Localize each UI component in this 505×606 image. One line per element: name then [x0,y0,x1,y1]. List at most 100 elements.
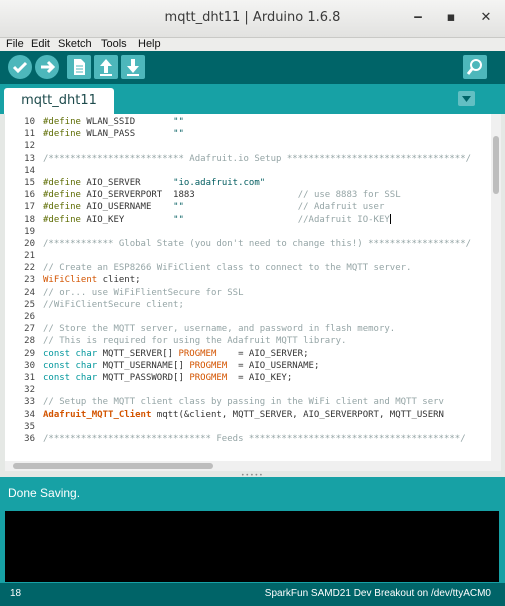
code-line: 23 WiFiClient client; [5,274,501,286]
line-number: 35 [24,421,35,432]
status-message: Done Saving. [8,486,81,500]
line-number: 30 [24,360,35,371]
line-number: 34 [24,409,35,420]
line-number: 11 [24,129,35,140]
verify-button[interactable] [8,55,32,79]
console-output[interactable] [5,511,499,582]
code-line: 35 [5,421,501,433]
code-line: 13 /************************* Adafruit.io… [5,153,501,165]
line-number: 14 [24,165,35,176]
code-line: 31 const char MQTT_PASSWORD[] PROGMEM = A… [5,372,501,384]
line-number: 32 [24,385,35,396]
menu-edit[interactable]: Edit [31,38,50,51]
vertical-scroll-thumb[interactable] [493,136,499,194]
code-line: 10 #define WLAN_SSID "" [5,116,501,128]
line-number: 26 [24,312,35,322]
code-text: #define AIO_SERVER "io.adafruit.com" [43,177,266,188]
line-number: 15 [24,177,35,188]
code-line: 36 /****************************** Feeds … [5,433,501,445]
code-text: // or... use WiFiFlientSecure for SSL [43,287,244,298]
menu-file[interactable]: File [6,38,24,51]
line-number: 28 [24,336,35,347]
code-lines: 10 #define WLAN_SSID "" 11 #define WLAN_PAS… [5,116,501,445]
code-line: 15 #define AIO_SERVER "io.adafruit.com" [5,177,501,189]
new-file-icon [74,59,85,75]
code-line: 32 [5,384,501,396]
line-number: 13 [24,153,35,164]
line-number: 17 [24,202,35,213]
code-line: 30 const char MQTT_USERNAME[] PROGMEM = A… [5,360,501,372]
line-number: 22 [24,263,35,274]
vertical-scrollbar[interactable] [491,114,501,461]
line-number: 21 [24,251,35,262]
minimize-icon: ‒ [413,10,423,25]
maximize-button[interactable]: ▪ [442,9,460,27]
tab-mqtt-dht11[interactable]: mqtt_dht11 [4,88,114,114]
line-number: 10 [24,117,35,127]
code-line: 33 // Setup the MQTT client class by pass… [5,396,501,408]
code-text: // Setup the MQTT client class by passin… [43,397,444,408]
close-button[interactable]: ✕ [477,9,495,27]
new-button[interactable] [67,55,91,79]
code-line: 20 /************ Global State (you don't … [5,238,501,250]
code-line: 18 #define AIO_KEY "" //Adafruit IO-KEY [5,214,501,226]
menu-sketch[interactable]: Sketch [58,38,92,51]
arrow-right-icon [41,60,56,74]
footer-bar: 18 SparkFun SAMD21 Dev Breakout on /dev/… [0,583,505,606]
line-number: 29 [24,348,35,359]
line-number: 12 [24,141,35,152]
code-text: const char MQTT_PASSWORD[] PROGMEM = AIO… [43,372,293,383]
code-text: #define WLAN_PASS "" [43,129,184,140]
horizontal-scrollbar[interactable] [5,461,501,471]
serial-monitor-button[interactable] [463,55,487,79]
code-line: 21 [5,250,501,262]
code-line: 27 // Store the MQTT server, username, an… [5,323,501,335]
menu-tools[interactable]: Tools [101,38,127,51]
line-number: 36 [24,433,35,444]
code-editor[interactable]: 10 #define WLAN_SSID "" 11 #define WLAN_PAS… [5,114,501,461]
code-text: // Create an ESP8266 WiFiClient class to… [43,263,412,274]
save-button[interactable] [121,55,145,79]
line-number: 16 [24,190,35,201]
code-text: Adafruit_MQTT_Client mqtt(&client, MQTT_… [43,409,444,420]
status-bar: Done Saving. [0,477,505,509]
close-icon: ✕ [480,10,492,25]
code-text: #define AIO_KEY "" //Adafruit IO-KEY [43,214,391,225]
horizontal-scroll-thumb[interactable] [13,463,213,469]
code-text: const char MQTT_SERVER[] PROGMEM = AIO_S… [43,348,309,359]
magnifier-icon [466,59,482,75]
code-text: // Store the MQTT server, username, and … [43,324,396,335]
current-line-number: 18 [10,588,22,599]
code-line: 24 // or... use WiFiFlientSecure for SSL [5,287,501,299]
minimize-button[interactable]: ‒ [409,9,427,27]
code-line: 29 const char MQTT_SERVER[] PROGMEM = AIO… [5,348,501,360]
code-text: #define WLAN_SSID "" [43,117,184,127]
line-number: 19 [24,226,35,237]
console-frame [0,509,505,583]
tab-menu-button[interactable] [458,91,475,106]
code-line: 16 #define AIO_SERVERPORT 1883 // use 888… [5,189,501,201]
upload-button[interactable] [35,55,59,79]
code-line: 25 //WiFiClientSecure client; [5,299,501,311]
menu-help[interactable]: Help [138,38,161,51]
arrow-up-icon [100,59,112,76]
code-line: 28 // This is required for using the Adaf… [5,335,501,347]
tab-bar: mqtt_dht11 [0,84,505,114]
code-text: #define AIO_SERVERPORT 1883 // use 8883 … [43,190,401,201]
code-line: 19 [5,226,501,238]
title-bar: mqtt_dht11 | Arduino 1.6.8 ‒ ▪ ✕ [0,0,505,38]
line-number: 23 [24,275,35,286]
window-title: mqtt_dht11 | Arduino 1.6.8 [164,10,341,25]
code-line: 12 [5,140,501,152]
code-text: WiFiClient client; [43,275,141,286]
toolbar [0,51,505,84]
line-number: 20 [24,238,35,249]
code-line: 22 // Create an ESP8266 WiFiClient class … [5,262,501,274]
code-line: 11 #define WLAN_PASS "" [5,128,501,140]
line-number: 25 [24,299,35,310]
code-text: #define AIO_USERNAME "" // Adafruit user [43,202,385,213]
code-text: // This is required for using the Adafru… [43,336,347,347]
code-text: const char MQTT_USERNAME[] PROGMEM = AIO… [43,360,320,371]
line-number: 24 [24,287,35,298]
open-button[interactable] [94,55,118,79]
